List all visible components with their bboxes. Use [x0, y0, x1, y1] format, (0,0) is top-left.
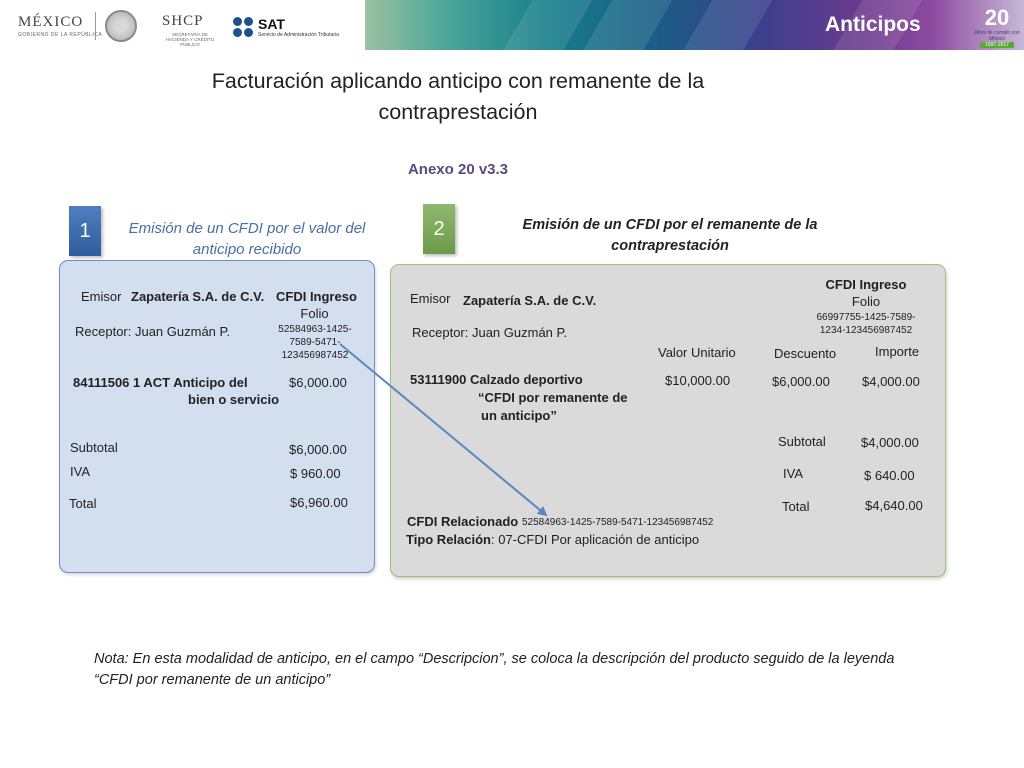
header-banner: [365, 0, 1024, 50]
box2-subtotal-label: Subtotal: [778, 434, 826, 449]
box2-unit-value: $10,000.00: [665, 373, 731, 388]
box2-related-uuid: 52584963-1425-7589-5471-123456987452: [522, 517, 714, 528]
annex-version: Anexo 20 v3.3: [407, 161, 509, 178]
box2-concept-line1: 53111900 Calzado deportivo: [410, 372, 583, 387]
box2-relation-type: Tipo Relación: 07-CFDI Por aplicación de…: [406, 532, 700, 547]
footnote: Nota: En esta modalidad de anticipo, en …: [94, 651, 895, 688]
box1-total: $6,960.00: [290, 495, 348, 510]
box1-receptor: Receptor: Juan Guzmán P.: [75, 324, 231, 339]
box2-iva: $ 640.00: [864, 468, 915, 483]
logo-mexico-subtitle: GOBIERNO DE LA REPÚBLICA: [18, 32, 103, 38]
anniversary-number: 20: [984, 5, 1010, 30]
step-2-badge: 2: [423, 204, 455, 254]
logo-mexico: MÉXICO: [18, 14, 84, 30]
box2-subtotal: $4,000.00: [861, 435, 919, 450]
header-bar: MÉXICO GOBIERNO DE LA REPÚBLICA SHCP SEC…: [0, 0, 1024, 50]
anniversary-subtitle: Años de cumplir con México: [974, 30, 1020, 42]
logo-shcp: SHCP: [162, 13, 204, 29]
box1-concept-line1: 84111506 1 ACT Anticipo del: [73, 375, 248, 390]
logo-divider: [95, 12, 96, 40]
box2-emisor-name: Zapatería S.A. de C.V.: [463, 293, 597, 308]
logo-shcp-subtitle: SECRETARÍA DE HACIENDA Y CRÉDITO PÚBLICO: [165, 32, 215, 47]
box1-emisor-name: Zapatería S.A. de C.V.: [131, 289, 265, 304]
step-2-caption: Emisión de un CFDI por el remanente de l…: [522, 217, 818, 254]
box1-folio-label: Folio: [300, 306, 329, 321]
box2-discount: $6,000.00: [772, 374, 830, 389]
logo-sat-subtitle: Servicio de Administración Tributaria: [258, 32, 339, 38]
box2-amount: $4,000.00: [862, 374, 920, 389]
box2-cfdi-type: CFDI Ingreso: [825, 277, 907, 292]
box2-folio-value: 66997755-1425-7589- 1234-123456987452: [816, 312, 916, 336]
box1-concept-amount: $6,000.00: [289, 375, 347, 390]
box2-total-label: Total: [782, 499, 810, 514]
box1-cfdi-type: CFDI Ingreso: [276, 289, 357, 304]
box2-col-unit-value: Valor Unitario: [658, 345, 736, 360]
box1-emisor-label: Emisor: [81, 289, 122, 304]
national-seal-icon: [105, 10, 137, 42]
box1-iva: $ 960.00: [290, 466, 341, 481]
box2-col-amount: Importe: [875, 344, 920, 359]
government-logos: MÉXICO GOBIERNO DE LA REPÚBLICA SHCP SEC…: [0, 0, 365, 50]
box2-folio-label: Folio: [851, 294, 881, 309]
box1-folio-value: 52584963-1425- 7589-5471- 123456987452: [278, 324, 352, 361]
logo-sat: SAT: [258, 16, 285, 32]
box2-receptor: Receptor: Juan Guzmán P.: [412, 325, 568, 340]
box2-related-label: CFDI Relacionado: [407, 514, 519, 529]
box1-subtotal-label: Subtotal: [70, 440, 118, 455]
step-1-badge: 1: [69, 206, 101, 256]
box1-iva-label: IVA: [70, 464, 90, 479]
anniversary-years: 1997-2017: [980, 42, 1014, 48]
box2-col-discount: Descuento: [774, 346, 837, 361]
box2-iva-label: IVA: [783, 466, 803, 481]
box2-total: $4,640.00: [865, 498, 923, 513]
step-1-caption: Emisión de un CFDI por el valor del anti…: [128, 220, 366, 258]
box1-subtotal: $6,000.00: [289, 442, 347, 457]
box1-concept-line2: bien o servicio: [188, 392, 280, 407]
box2-emisor-label: Emisor: [410, 291, 451, 306]
sat-logo-icon: [233, 17, 253, 37]
box1-total-label: Total: [69, 496, 97, 511]
box2-concept-line3: un anticipo”: [481, 408, 557, 423]
section-title: Anticipos: [825, 13, 921, 36]
anniversary-badge-icon: 20 Años de cumplir con México 1997-2017: [974, 6, 1020, 48]
page-title: Facturación aplicando anticipo con reman…: [211, 69, 705, 124]
box2-concept-line2: “CFDI por remanente de: [478, 390, 628, 405]
